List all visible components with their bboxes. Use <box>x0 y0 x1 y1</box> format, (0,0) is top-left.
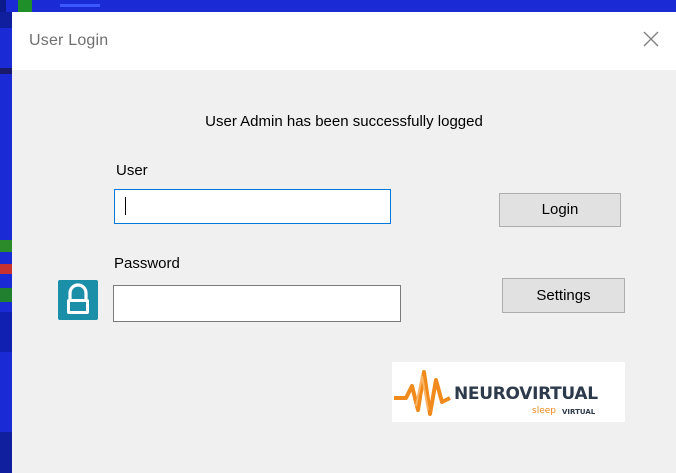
close-icon <box>643 31 659 47</box>
background-window-strip <box>0 0 676 12</box>
password-input[interactable] <box>113 285 401 322</box>
neurovirtual-logo: NEUROVIRTUAL sleep VIRTUAL <box>392 362 625 422</box>
window-title: User Login <box>29 32 109 49</box>
background-window-edge <box>0 12 12 473</box>
text-caret <box>125 197 126 215</box>
logo-sub-text: sleep <box>532 406 556 416</box>
login-dialog: User Login User Admin has been successfu… <box>12 12 676 473</box>
title-bar[interactable]: User Login <box>12 12 676 70</box>
settings-button[interactable]: Settings <box>502 278 625 313</box>
password-label: Password <box>114 255 180 272</box>
close-button[interactable] <box>636 24 666 54</box>
logo-sub-text-2: VIRTUAL <box>562 408 596 416</box>
status-message: User Admin has been successfully logged <box>205 113 483 130</box>
lock-icon <box>58 280 98 320</box>
logo-main-text: NEUROVIRTUAL <box>454 384 598 404</box>
user-input[interactable] <box>114 189 391 224</box>
user-label: User <box>116 162 148 179</box>
login-button[interactable]: Login <box>499 193 621 227</box>
screen: User Login User Admin has been successfu… <box>0 0 676 473</box>
